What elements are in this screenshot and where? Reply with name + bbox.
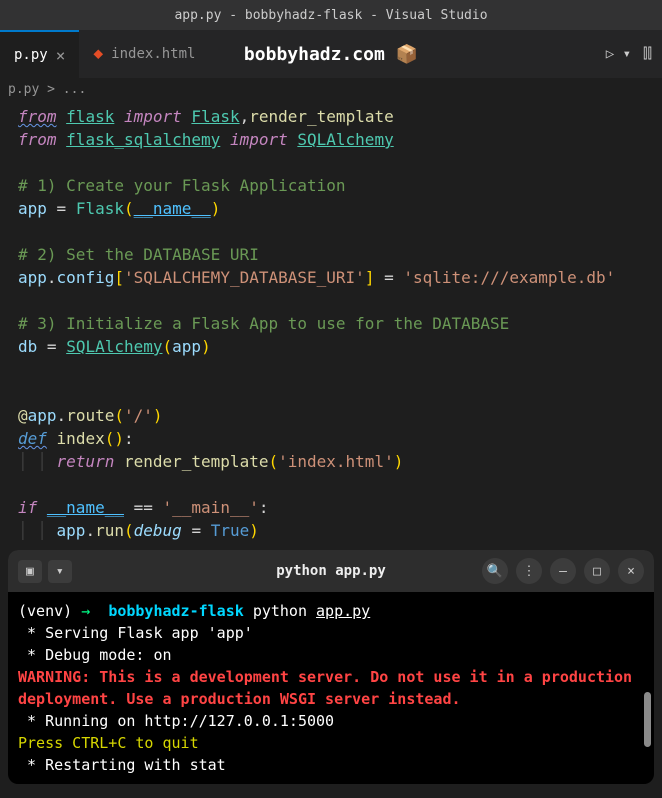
- code-line: from flask import Flask,render_template: [18, 105, 644, 128]
- terminal-line: Press CTRL+C to quit: [18, 732, 644, 754]
- code-line: │ │ return render_template('index.html'): [18, 450, 644, 473]
- maximize-icon[interactable]: □: [584, 558, 610, 584]
- split-icon[interactable]: ⫿⫿: [643, 46, 652, 62]
- code-line: # 3) Initialize a Flask App to use for t…: [18, 312, 644, 335]
- code-line: db = SQLAlchemy(app): [18, 335, 644, 358]
- code-editor[interactable]: from flask import Flask,render_template …: [0, 101, 662, 546]
- html-icon: ⬥: [93, 46, 103, 62]
- tab-label: index.html: [111, 46, 195, 62]
- terminal-header: ▣ ▾ python app.py 🔍 ⋮ — □ ×: [8, 550, 654, 592]
- terminal-line: (venv) → bobbyhadz-flask python app.py: [18, 600, 644, 622]
- terminal-body[interactable]: (venv) → bobbyhadz-flask python app.py *…: [8, 592, 654, 784]
- code-line: @app.route('/'): [18, 404, 644, 427]
- code-line: from flask_sqlalchemy import SQLAlchemy: [18, 128, 644, 151]
- terminal-line: * Serving Flask app 'app': [18, 622, 644, 644]
- search-icon[interactable]: 🔍: [482, 558, 508, 584]
- close-icon[interactable]: ×: [56, 46, 66, 65]
- window-title-bar: app.py - bobbyhadz-flask - Visual Studio: [0, 0, 662, 30]
- tab-index-html[interactable]: ⬥ index.html: [79, 30, 209, 78]
- run-controls: ▷ ▾ ⫿⫿: [606, 46, 652, 62]
- code-line: if __name__ == '__main__':: [18, 496, 644, 519]
- tabs-bar: p.py × ⬥ index.html bobbyhadz.com 📦 ▷ ▾ …: [0, 30, 662, 78]
- watermark: bobbyhadz.com 📦: [244, 44, 418, 65]
- terminal-panel: ▣ ▾ python app.py 🔍 ⋮ — □ × (venv) → bob…: [8, 550, 654, 784]
- code-line: │ │ app.run(debug = True): [18, 519, 644, 542]
- terminal-title: python app.py: [276, 563, 386, 579]
- terminal-warning: WARNING: This is a development server. D…: [18, 666, 644, 710]
- breadcrumb[interactable]: p.py > ...: [0, 78, 662, 101]
- menu-icon[interactable]: ⋮: [516, 558, 542, 584]
- close-icon[interactable]: ×: [618, 558, 644, 584]
- window-title: app.py - bobbyhadz-flask - Visual Studio: [174, 8, 487, 23]
- tab-label: p.py: [14, 47, 48, 63]
- terminal-line: * Running on http://127.0.0.1:5000: [18, 710, 644, 732]
- terminal-line: * Restarting with stat: [18, 754, 644, 776]
- tab-app-py[interactable]: p.py ×: [0, 30, 79, 78]
- terminal-dropdown-button[interactable]: ▾: [48, 560, 72, 583]
- code-line: app.config['SQLALCHEMY_DATABASE_URI'] = …: [18, 266, 644, 289]
- code-line: # 1) Create your Flask Application: [18, 174, 644, 197]
- code-line: app = Flask(__name__): [18, 197, 644, 220]
- terminal-new-tab-button[interactable]: ▣: [18, 560, 42, 583]
- code-line: # 2) Set the DATABASE URI: [18, 243, 644, 266]
- terminal-line: * Debug mode: on: [18, 644, 644, 666]
- scrollbar[interactable]: [644, 692, 651, 747]
- run-icon[interactable]: ▷ ▾: [606, 46, 631, 62]
- code-line: def index():: [18, 427, 644, 450]
- minimize-icon[interactable]: —: [550, 558, 576, 584]
